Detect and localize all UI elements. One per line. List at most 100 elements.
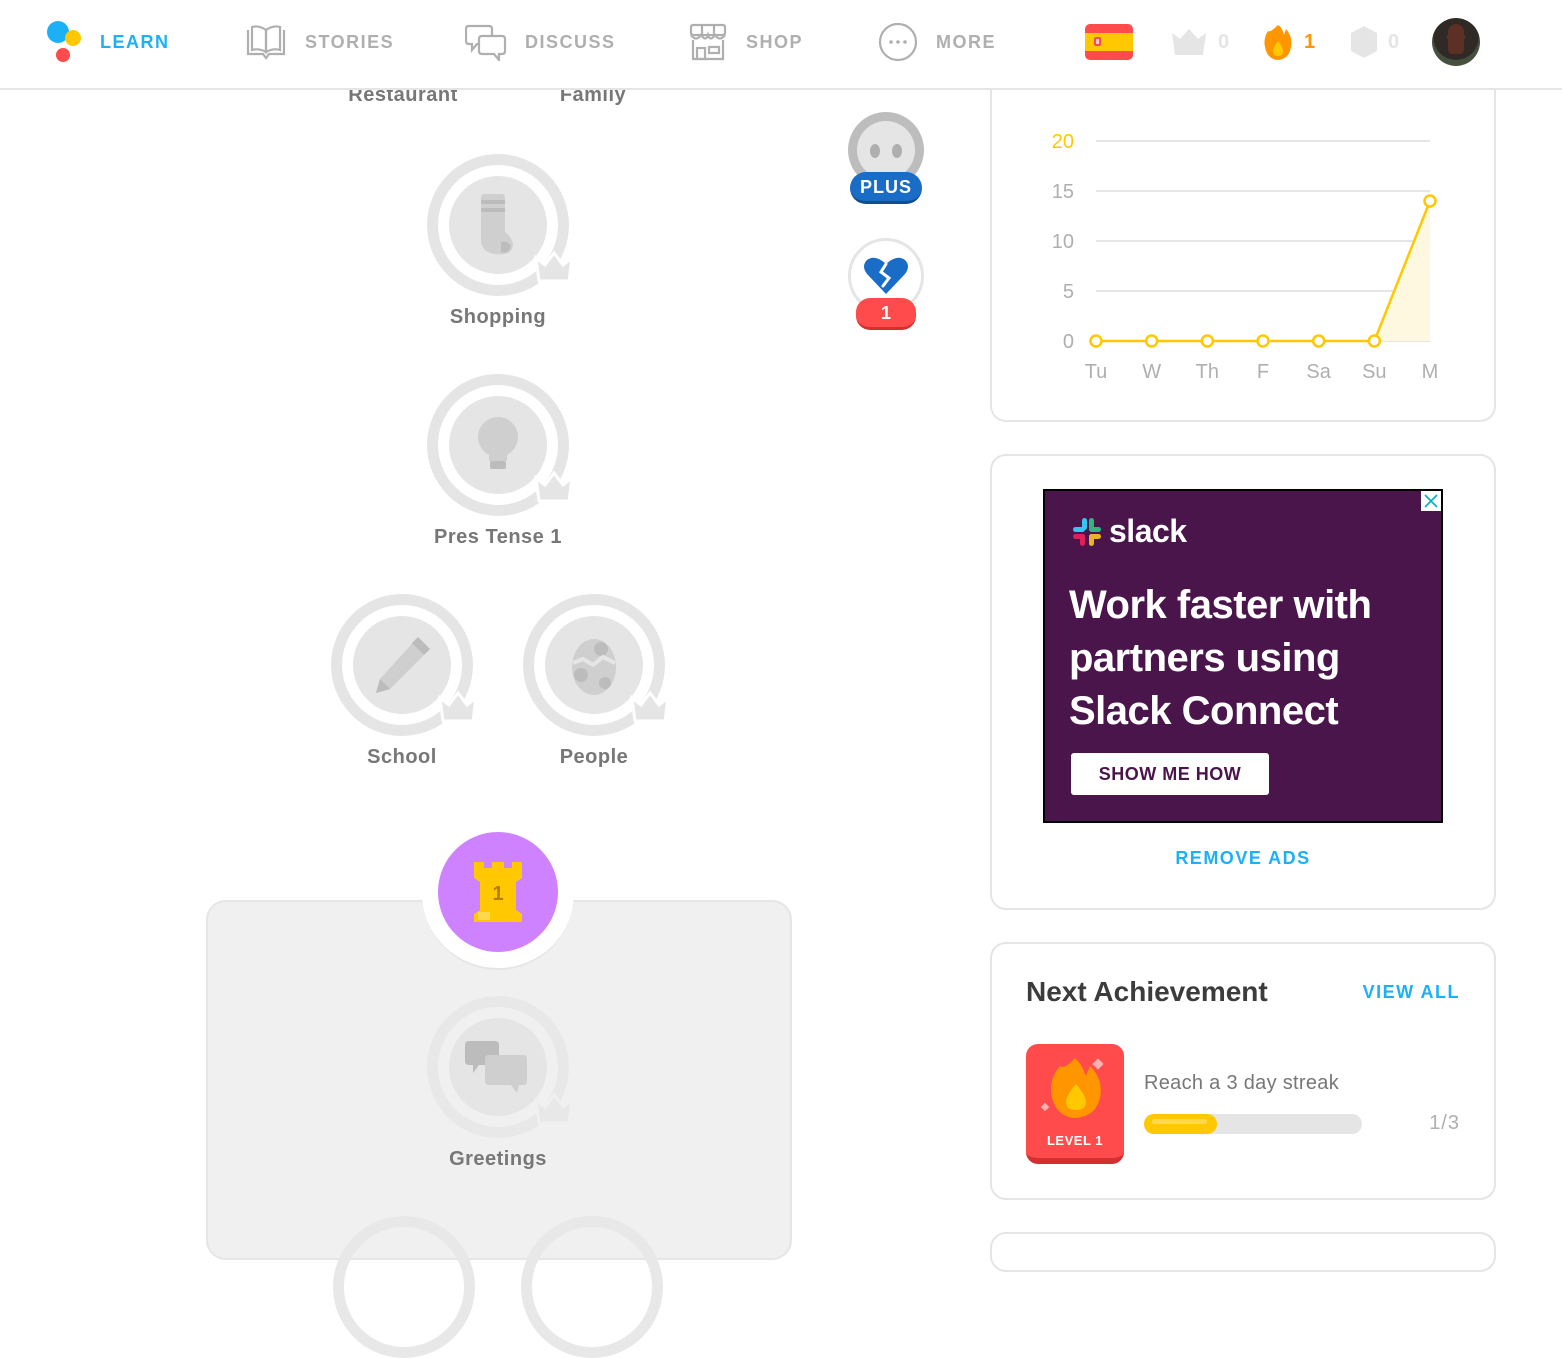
duolingo-logo-icon xyxy=(47,21,81,62)
sock-icon xyxy=(481,194,513,255)
x-tick-label: F xyxy=(1257,361,1269,383)
crown-icon xyxy=(534,470,574,503)
crowns-count: 0 xyxy=(1218,30,1230,53)
series-line xyxy=(1096,200,1432,343)
gem-icon xyxy=(1351,26,1377,58)
ad-headline-line: partners using xyxy=(1069,636,1340,680)
next-card-partial xyxy=(990,1232,1496,1272)
more-dots-icon xyxy=(878,22,918,62)
hearts-count: 1 xyxy=(856,298,916,330)
crown-icon xyxy=(630,690,670,723)
nav-stories[interactable]: STORIES xyxy=(245,20,394,64)
ad-close-button[interactable] xyxy=(1421,491,1441,511)
slack-ad[interactable]: slack Work faster with partners using Sl… xyxy=(1043,489,1443,823)
close-icon xyxy=(1424,494,1438,508)
nav-more-label: MORE xyxy=(936,31,996,52)
pencil-icon xyxy=(376,637,430,693)
achievement-description: Reach a 3 day streak xyxy=(1144,1072,1339,1094)
nav-discuss[interactable]: DISCUSS xyxy=(465,20,616,64)
skill-label-school: School xyxy=(367,746,437,768)
skill-label-people: People xyxy=(559,746,629,768)
x-tick-label: W xyxy=(1142,361,1161,383)
skill-label-greetings: Greetings xyxy=(449,1148,547,1170)
data-point xyxy=(1367,334,1382,348)
crown-icon xyxy=(534,250,574,283)
slack-logo: slack xyxy=(1071,513,1187,550)
data-point xyxy=(1089,334,1103,348)
y-tick-label: 10 xyxy=(1052,231,1074,253)
streak-flame-icon xyxy=(1040,1058,1104,1118)
achievement-progress-track xyxy=(1144,1114,1362,1134)
nav-shop[interactable]: SHOP xyxy=(688,20,803,64)
ad-headline: Work faster with partners using Slack Co… xyxy=(1069,579,1372,738)
checkpoint-button[interactable]: 1 xyxy=(438,832,558,952)
x-tick-label: M xyxy=(1422,361,1439,383)
progress-highlight xyxy=(1152,1119,1207,1124)
hearts-badge[interactable]: 1 xyxy=(848,238,924,334)
language-flag-button[interactable] xyxy=(1085,20,1133,64)
skill-greetings[interactable] xyxy=(427,996,574,1138)
profile-avatar[interactable] xyxy=(1432,18,1480,66)
castle-tower-icon: 1 xyxy=(474,862,522,922)
lightbulb-icon xyxy=(478,417,518,469)
skill-people[interactable] xyxy=(523,594,670,736)
x-tick-label: Th xyxy=(1196,361,1219,383)
skill-shopping[interactable] xyxy=(427,154,574,296)
nav-learn[interactable]: LEARN xyxy=(46,20,170,64)
y-tick-label: 0 xyxy=(1063,331,1074,353)
achievement-badge: LEVEL 1 xyxy=(1026,1044,1124,1164)
locked-skill-partial xyxy=(521,1216,663,1358)
data-point xyxy=(1144,334,1159,348)
chat-bubbles-icon xyxy=(465,1041,527,1093)
slack-hash-icon xyxy=(1073,517,1101,546)
egg-icon xyxy=(572,639,616,695)
ad-cta-button[interactable]: SHOW ME HOW xyxy=(1071,753,1269,795)
data-point xyxy=(1311,334,1326,348)
skill-school[interactable] xyxy=(331,594,478,736)
xp-chart-card: 0 5 10 15 20 Tu W Th F Sa Su M xyxy=(990,60,1496,422)
data-point xyxy=(1256,334,1270,348)
y-tick-label: 5 xyxy=(1063,281,1074,303)
y-tick-label: 20 xyxy=(1052,131,1074,153)
slack-brand-text: slack xyxy=(1109,513,1187,549)
crown-icon xyxy=(438,690,478,723)
plus-label: PLUS xyxy=(850,172,922,204)
xp-line-chart: 0 5 10 15 20 Tu W Th F Sa Su M xyxy=(1052,131,1439,383)
book-icon xyxy=(246,25,286,60)
achievement-title: Next Achievement xyxy=(1026,976,1268,1007)
nav-learn-label: LEARN xyxy=(100,31,170,52)
plus-badge[interactable]: PLUS xyxy=(848,112,924,208)
nav-discuss-label: DISCUSS xyxy=(525,31,616,52)
shop-icon xyxy=(689,23,727,61)
ad-headline-line: Work faster with xyxy=(1069,583,1372,627)
data-point xyxy=(1200,334,1215,348)
streak-stat[interactable]: 1 xyxy=(1262,20,1315,64)
y-tick-label: 15 xyxy=(1052,181,1074,203)
ad-headline-line: Slack Connect xyxy=(1069,689,1339,733)
spain-flag-icon xyxy=(1085,24,1133,60)
broken-heart-icon xyxy=(864,257,908,294)
crowns-stat[interactable]: 0 xyxy=(1170,20,1229,64)
gems-stat[interactable]: 0 xyxy=(1350,20,1399,64)
area-fill xyxy=(1096,201,1430,341)
remove-ads-link[interactable]: REMOVE ADS xyxy=(992,848,1494,869)
crown-icon xyxy=(1172,29,1206,55)
next-achievement-card: Next Achievement VIEW ALL LEVEL 1 Reach … xyxy=(990,942,1496,1200)
x-tick-label: Tu xyxy=(1085,361,1108,383)
top-navigation-bar: LEARN STORIES DISCUSS SHOP MORE 0 1 0 xyxy=(0,0,1562,90)
x-tick-label: Sa xyxy=(1306,361,1331,383)
data-point xyxy=(1423,194,1437,208)
gems-count: 0 xyxy=(1388,30,1400,53)
nav-stories-label: STORIES xyxy=(305,31,395,52)
view-all-link[interactable]: VIEW ALL xyxy=(1363,982,1460,1003)
x-tick-label: Su xyxy=(1362,361,1386,383)
streak-count: 1 xyxy=(1304,30,1316,53)
achievement-level: LEVEL 1 xyxy=(1046,1133,1103,1148)
skill-pres-tense-1[interactable] xyxy=(427,374,574,516)
skill-label-pres-tense-1: Pres Tense 1 xyxy=(434,526,562,548)
nav-more[interactable]: MORE xyxy=(878,20,996,64)
checkpoint-number: 1 xyxy=(492,883,503,905)
chat-bubbles-icon xyxy=(465,24,507,61)
nav-shop-label: SHOP xyxy=(746,31,804,52)
streak-flame-icon xyxy=(1264,25,1292,60)
